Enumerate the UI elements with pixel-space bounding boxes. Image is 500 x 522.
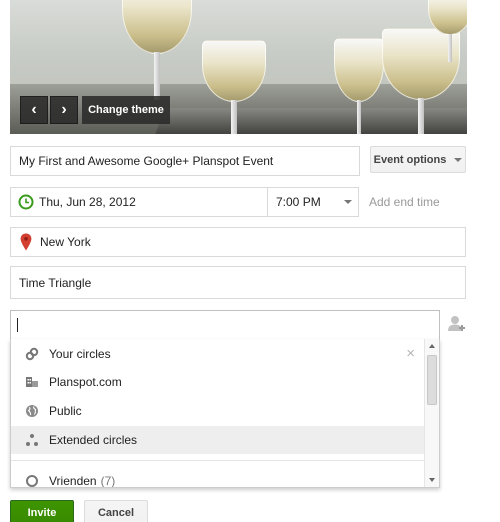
add-end-time-link[interactable]: Add end time <box>369 195 440 209</box>
chevron-right-icon: › <box>61 101 67 118</box>
invite-people-input[interactable] <box>10 310 440 340</box>
extended-circles-icon <box>24 432 40 448</box>
dropdown-item-label: Extended circles <box>49 433 138 447</box>
add-person-icon[interactable] <box>447 314 467 334</box>
event-details-field[interactable]: Time Triangle <box>10 266 466 299</box>
dropdown-item-label: Public <box>49 404 82 418</box>
scroll-thumb[interactable] <box>427 355 437 405</box>
change-theme-button[interactable]: Change theme <box>82 96 170 124</box>
link-icon <box>24 346 40 362</box>
theme-prev-button[interactable]: ‹ <box>20 96 48 124</box>
map-pin-icon <box>20 233 34 251</box>
clock-icon <box>18 194 34 210</box>
dropdown-item-extended-circles[interactable]: Extended circles <box>11 426 425 454</box>
event-theme-banner <box>10 0 467 134</box>
dropdown-item-label: Vrienden <box>49 474 97 488</box>
event-options-button[interactable]: Event options <box>370 146 466 173</box>
invite-button[interactable]: Invite <box>10 500 74 522</box>
chevron-left-icon: ‹ <box>31 101 37 118</box>
event-title-field[interactable]: My First and Awesome Google+ Planspot Ev… <box>10 146 360 176</box>
event-options-label: Event options <box>373 153 447 166</box>
champagne-glass <box>122 0 192 100</box>
theme-next-button[interactable]: › <box>50 96 78 124</box>
dropdown-item-count: (7) <box>100 474 116 488</box>
circles-dropdown: Your circles × Planspot.com Public Exten… <box>10 339 440 488</box>
add-end-time-label: Add end time <box>369 195 440 209</box>
dropdown-item-vrienden[interactable]: Vrienden (7) <box>11 467 425 488</box>
chevron-down-icon <box>344 200 352 204</box>
event-title-value: My First and Awesome Google+ Planspot Ev… <box>19 154 274 168</box>
cancel-button-label: Cancel <box>97 507 135 519</box>
event-time-select[interactable]: 7:00 PM <box>267 187 359 217</box>
cancel-button[interactable]: Cancel <box>84 500 148 522</box>
event-location-field[interactable]: New York <box>10 227 466 257</box>
dropdown-scrollbar[interactable] <box>424 339 439 487</box>
dropdown-item-your-circles[interactable]: Your circles × <box>11 340 425 368</box>
event-time-value: 7:00 PM <box>276 195 321 209</box>
circle-icon <box>24 473 40 487</box>
dropdown-divider <box>11 460 425 461</box>
event-date-value: Thu, Jun 28, 2012 <box>39 195 136 209</box>
text-cursor <box>17 318 18 332</box>
chevron-down-icon <box>454 157 463 162</box>
dropdown-item-label: Planspot.com <box>49 375 122 389</box>
scroll-up-icon[interactable] <box>429 344 435 348</box>
event-details-value: Time Triangle <box>19 275 92 290</box>
event-location-value: New York <box>40 235 91 249</box>
scroll-down-icon[interactable] <box>429 478 435 482</box>
dropdown-item-planspot[interactable]: Planspot.com <box>11 368 425 396</box>
champagne-glass <box>334 38 384 134</box>
domain-icon <box>24 374 40 390</box>
dropdown-item-label: Your circles <box>49 347 111 361</box>
invite-button-label: Invite <box>27 507 57 519</box>
dropdown-item-public[interactable]: Public <box>11 397 425 425</box>
close-icon[interactable]: × <box>406 345 415 362</box>
champagne-glass <box>428 0 467 62</box>
globe-icon <box>24 403 40 419</box>
event-date-field[interactable]: Thu, Jun 28, 2012 <box>10 187 268 217</box>
champagne-glass <box>202 40 266 134</box>
change-theme-label: Change theme <box>88 104 164 116</box>
